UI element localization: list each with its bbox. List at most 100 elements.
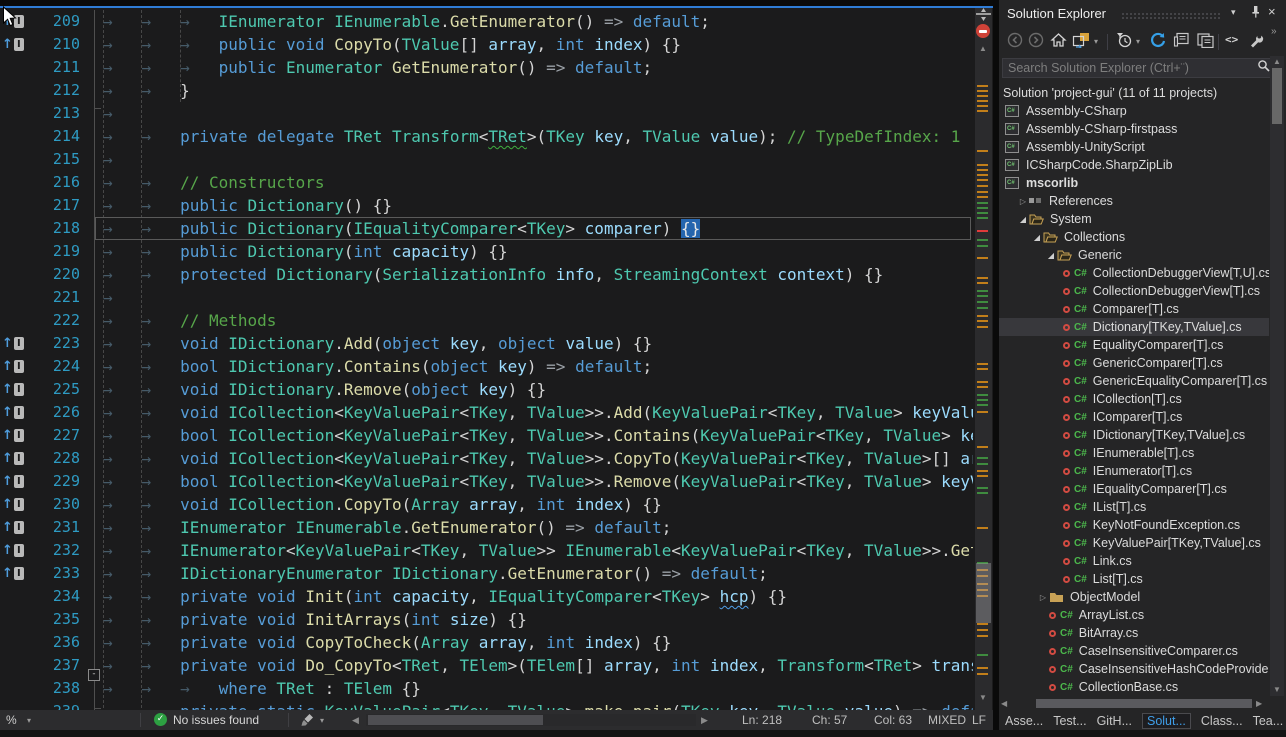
implements-gutter-icon[interactable]: ↑I — [2, 497, 24, 512]
collapse-arrow-icon[interactable]: ◢ — [1045, 251, 1057, 260]
code-line[interactable]: 220→ → protected Dictionary(Serializatio… — [0, 263, 973, 286]
implements-gutter-icon[interactable]: ↑I — [2, 520, 24, 535]
tree-item-file[interactable]: C#BitArray.cs — [999, 624, 1269, 642]
code-line[interactable]: ↑I224→ → bool IDictionary.Contains(objec… — [0, 355, 973, 378]
implements-gutter-icon[interactable]: ↑I — [2, 474, 24, 489]
tree-item-file[interactable]: C#CaseInsensitiveHashCodeProvider.cs — [999, 660, 1269, 678]
search-icon[interactable] — [1257, 59, 1271, 78]
implements-gutter-icon[interactable]: ↑I — [2, 382, 24, 397]
tree-hscrollbar-thumb[interactable] — [1036, 699, 1252, 708]
zoom-level-select[interactable]: % — [6, 713, 17, 727]
tree-item-file[interactable]: C#IEqualityComparer[T].cs — [999, 480, 1269, 498]
code-line[interactable]: 211→ → → public Enumerator GetEnumerator… — [0, 56, 973, 79]
tree-scroll-down-arrow[interactable]: ▼ — [1273, 686, 1281, 694]
code-line[interactable]: 214→ → private delegate TRet Transform<T… — [0, 125, 973, 148]
tree-item-file[interactable]: C#Dictionary[TKey,TValue].cs — [999, 318, 1269, 336]
code-line[interactable]: ↑I225→ → void IDictionary.Remove(object … — [0, 378, 973, 401]
close-icon[interactable]: × — [1268, 4, 1276, 19]
tree-item-file[interactable]: C#ArrayList.cs — [999, 606, 1269, 624]
tree-item-file[interactable]: C#GenericEqualityComparer[T].cs — [999, 372, 1269, 390]
search-input[interactable] — [1003, 60, 1257, 76]
code-line[interactable]: 217→ → public Dictionary() {} — [0, 194, 973, 217]
code-area[interactable]: - ↑I209→ → → IEnumerator IEnumerable.Get… — [0, 8, 973, 710]
tree-item-solution[interactable]: Solution 'project-gui' (11 of 11 project… — [999, 84, 1269, 102]
tree-item-folder-open[interactable]: ◢Generic — [999, 246, 1269, 264]
tree-item-folder-closed[interactable]: ▷ObjectModel — [999, 588, 1269, 606]
scroll-down-arrow[interactable]: ▼ — [979, 694, 987, 702]
hscroll-right-arrow[interactable]: ▶ — [701, 715, 708, 726]
implements-gutter-icon[interactable]: ↑I — [2, 451, 24, 466]
tree-item-file[interactable]: C#IEnumerator[T].cs — [999, 462, 1269, 480]
code-line[interactable]: ↑I228→ → void ICollection<KeyValuePair<T… — [0, 447, 973, 470]
code-line[interactable]: 215→ — [0, 148, 973, 171]
tree-item-file[interactable]: C#CollectionDebuggerView[T,U].cs — [999, 264, 1269, 282]
tree-item-file[interactable]: C#KeyNotFoundException.cs — [999, 516, 1269, 534]
code-line[interactable]: ↑I232→ → IEnumerator<KeyValuePair<TKey, … — [0, 539, 973, 562]
view-code-button[interactable]: <> — [1225, 33, 1238, 46]
code-line[interactable]: 235→ → private void InitArrays(int size)… — [0, 608, 973, 631]
code-line[interactable]: 239→ → private static KeyValuePair<TKey,… — [0, 700, 973, 710]
pending-changes-filter-button[interactable] — [1115, 32, 1133, 54]
tree-item-folder-open[interactable]: ◢System — [999, 210, 1269, 228]
tree-item-project[interactable]: Assembly-UnityScript — [999, 138, 1269, 156]
tree-scrollbar-thumb[interactable] — [1272, 68, 1282, 124]
zoom-dropdown-icon[interactable]: ▾ — [27, 716, 31, 725]
code-line[interactable]: 238→ → → where TRet : TElem {} — [0, 677, 973, 700]
implements-gutter-icon[interactable]: ↑I — [2, 359, 24, 374]
code-line[interactable]: ↑I229→ → bool ICollection<KeyValuePair<T… — [0, 470, 973, 493]
refresh-button[interactable] — [1149, 32, 1167, 54]
tree-item-file[interactable]: C#ICollection[T].cs — [999, 390, 1269, 408]
document-health-status[interactable]: No issues found — [173, 713, 259, 727]
code-line[interactable]: ↑I223→ → void IDictionary.Add(object key… — [0, 332, 973, 355]
tree-item-file[interactable]: C#IList[T].cs — [999, 498, 1269, 516]
code-line[interactable]: ↑I210→ → → public void CopyTo(TValue[] a… — [0, 33, 973, 56]
code-line[interactable]: 212→ → } — [0, 79, 973, 102]
tree-hscroll-right-arrow[interactable]: ▶ — [1256, 700, 1262, 708]
tree-item-file[interactable]: C#EqualityComparer[T].cs — [999, 336, 1269, 354]
tree-item-file[interactable]: C#CollectionBase.cs — [999, 678, 1269, 696]
tree-item-file[interactable]: C#KeyValuePair[TKey,TValue].cs — [999, 534, 1269, 552]
code-line[interactable]: ↑I230→ → void ICollection.CopyTo(Array a… — [0, 493, 973, 516]
tree-item-references[interactable]: ▷References — [999, 192, 1269, 210]
toolbar-overflow-icon[interactable]: » — [1271, 26, 1277, 37]
expand-arrow-icon[interactable]: ▷ — [1037, 593, 1049, 602]
implements-gutter-icon[interactable]: ↑I — [2, 336, 24, 351]
code-line[interactable]: 237→ → private void Do_CopyTo<TRet, TEle… — [0, 654, 973, 677]
code-line[interactable]: ↑I231→ → IEnumerator IEnumerable.GetEnum… — [0, 516, 973, 539]
switch-views-button[interactable] — [1072, 32, 1092, 53]
tree-item-project[interactable]: Assembly-CSharp-firstpass — [999, 120, 1269, 138]
panel-tab-tea[interactable]: Tea... — [1253, 714, 1284, 728]
health-check-icon[interactable]: ✓ — [154, 713, 167, 726]
back-button[interactable] — [1007, 32, 1023, 53]
implements-gutter-icon[interactable]: ↑I — [2, 37, 24, 52]
tree-item-file[interactable]: C#Link.cs — [999, 552, 1269, 570]
properties-wrench-button[interactable] — [1247, 32, 1265, 53]
editor-scrollbar-thumb[interactable] — [976, 563, 991, 623]
tree-item-project[interactable]: ICSharpCode.SharpZipLib — [999, 156, 1269, 174]
tree-item-file[interactable]: C#Comparer[T].cs — [999, 300, 1269, 318]
forward-button[interactable] — [1028, 32, 1044, 53]
panel-tab-solut[interactable]: Solut... — [1142, 713, 1191, 729]
tree-hscroll-left-arrow[interactable]: ◀ — [1001, 700, 1007, 708]
tree-item-folder-open[interactable]: ◢Collections — [999, 228, 1269, 246]
tree-item-file[interactable]: C#GenericComparer[T].cs — [999, 354, 1269, 372]
tree-item-file[interactable]: C#CaseInsensitiveComparer.cs — [999, 642, 1269, 660]
tree-item-file[interactable]: C#List[T].cs — [999, 570, 1269, 588]
tree-item-file[interactable]: C#IEnumerable[T].cs — [999, 444, 1269, 462]
filter-dropdown-icon[interactable]: ▾ — [1136, 37, 1140, 46]
panel-tab-class[interactable]: Class... — [1201, 714, 1243, 728]
collapse-arrow-icon[interactable]: ◢ — [1017, 215, 1029, 224]
collapse-all-button[interactable] — [1173, 32, 1191, 53]
tree-item-project[interactable]: Assembly-CSharp — [999, 102, 1269, 120]
home-button[interactable] — [1050, 32, 1067, 53]
code-line[interactable]: 221→ — [0, 286, 973, 309]
sync-with-active-document-button[interactable] — [1196, 32, 1215, 53]
scroll-up-arrow[interactable]: ▲ — [979, 45, 987, 53]
code-line[interactable]: 218→ → public Dictionary(IEqualityCompar… — [0, 217, 973, 240]
window-position-dropdown-icon[interactable]: ▾ — [1231, 7, 1236, 18]
panel-tab-gith[interactable]: GitH... — [1097, 714, 1132, 728]
expand-arrow-icon[interactable]: ▷ — [1017, 197, 1029, 206]
code-line[interactable]: 236→ → private void CopyToCheck(Array ar… — [0, 631, 973, 654]
code-line[interactable]: 213→ — [0, 102, 973, 125]
code-cleanup-broom-icon[interactable] — [300, 713, 315, 730]
